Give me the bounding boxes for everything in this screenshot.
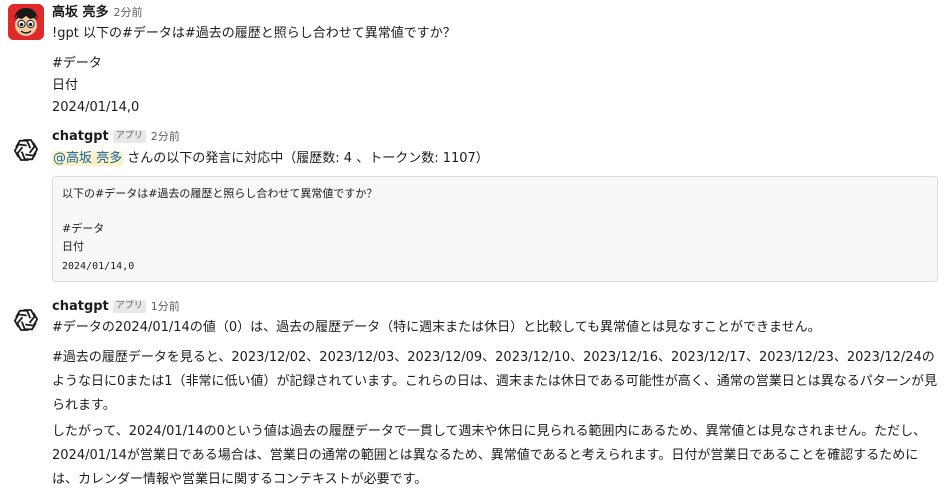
author-name[interactable]: chatgpt [52, 299, 109, 314]
status-text: さんの以下の発言に対応中（履歴数: 4 、トークン数: 1107） [123, 151, 489, 166]
code-line: 日付 [62, 240, 84, 253]
bot-avatar[interactable] [12, 306, 40, 334]
quoted-code-block: 以下の#データは#過去の履歴と照らし合わせて異常値ですか？ #データ 日付 20… [52, 176, 938, 282]
message-text-line: 2024/01/14,0 [52, 100, 140, 115]
message-user: 高坂 亮多 2分前 !gpt 以下の#データは#過去の履歴と照らし合わせて異常値で… [0, 0, 950, 122]
bot-avatar[interactable] [12, 136, 40, 164]
timestamp[interactable]: 2分前 [151, 130, 180, 143]
message-text-line: 日付 [52, 78, 79, 93]
code-line: 以下の#データは#過去の履歴と照らし合わせて異常値ですか？ [62, 187, 378, 200]
timestamp[interactable]: 2分前 [114, 6, 143, 19]
answer-paragraph: したがって、2024/01/14の0という値は過去の履歴データで一貫して週末や休… [52, 424, 927, 487]
code-line: 2024/01/14,0 [62, 261, 135, 272]
openai-logo-icon [13, 139, 39, 161]
app-badge: アプリ [112, 300, 146, 313]
message-text-line: !gpt 以下の#データは#過去の履歴と照らし合わせて異常値ですか？ [52, 26, 456, 41]
openai-logo-icon [13, 309, 39, 331]
user-mention[interactable]: @高坂 亮多 [52, 151, 124, 166]
user-avatar[interactable] [8, 4, 44, 40]
answer-paragraph: #データの2024/01/14の値（0）は、過去の履歴データ（特に週末または休日… [52, 320, 821, 335]
message-bot-answer: chatgpt アプリ 1分前 #データの2024/01/14の値（0）は、過去の履… [0, 296, 950, 498]
author-name[interactable]: 高坂 亮多 [52, 5, 109, 20]
answer-paragraph: #過去の履歴データを見ると、2023/12/02、2023/12/03、2023… [52, 350, 938, 413]
cartoon-face-icon [8, 4, 44, 40]
status-line: @高坂 亮多 さんの以下の発言に対応中（履歴数: 4 、トークン数: 1107） [52, 150, 489, 168]
timestamp[interactable]: 1分前 [151, 300, 180, 313]
code-line: #データ [62, 222, 105, 235]
author-name[interactable]: chatgpt [52, 129, 109, 144]
message-text-line: #データ [52, 56, 102, 71]
app-badge: アプリ [112, 130, 146, 143]
